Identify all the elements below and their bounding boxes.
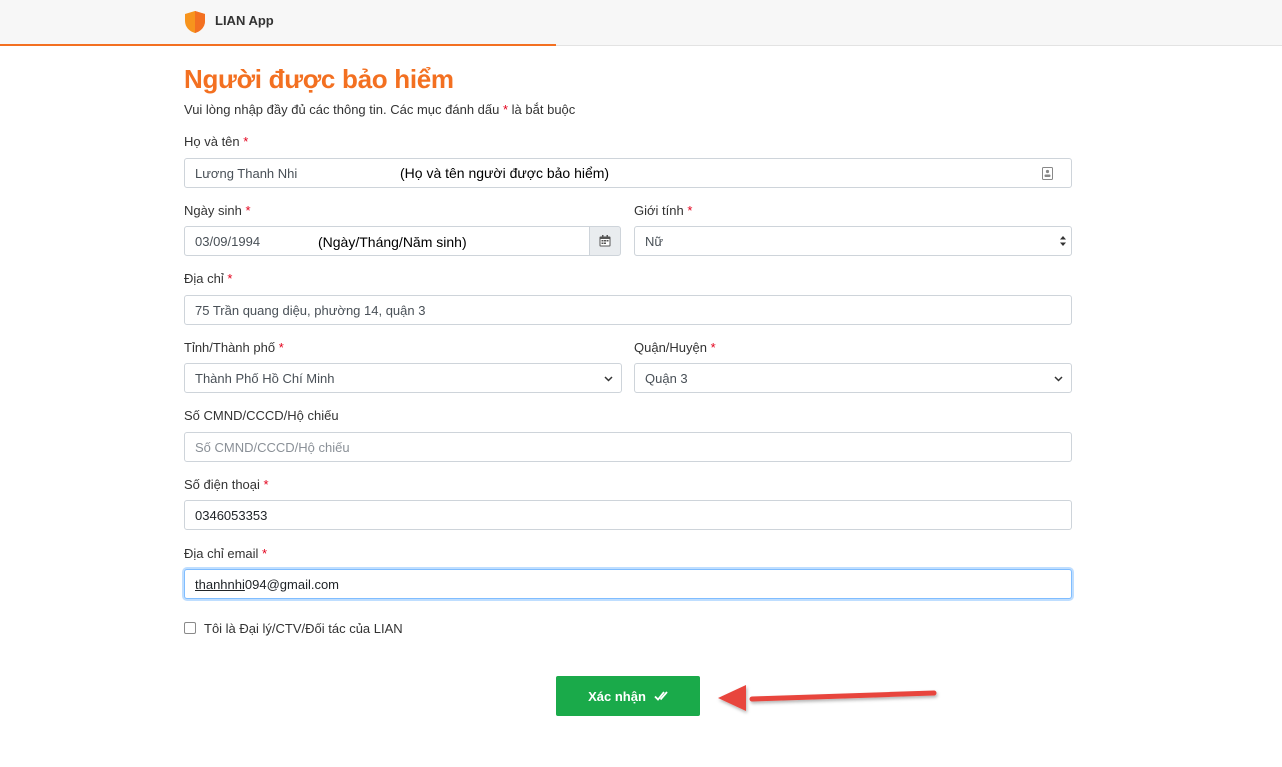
full-name-annotation: (Họ và tên người được bảo hiểm) [400, 165, 610, 181]
id-number-input[interactable]: Số CMND/CCCD/Hộ chiếu [184, 432, 1072, 462]
red-arrow-annotation [718, 685, 937, 711]
gender-select[interactable]: Nữ [634, 226, 1072, 256]
dob-annotation: (Ngày/Tháng/Năm sinh) [318, 234, 467, 250]
email-input[interactable]: thanhnhi 094@gmail.com [184, 569, 1072, 599]
agent-checkbox[interactable] [184, 622, 196, 634]
form-instructions: Vui lòng nhập đầy đủ các thông tin. Các … [184, 102, 576, 117]
dob-label: Ngày sinh * [184, 203, 251, 218]
province-select[interactable]: Thành Phố Hồ Chí Minh [184, 363, 622, 393]
app-header: LIAN App [0, 0, 1282, 46]
email-label: Địa chỉ email * [184, 546, 268, 561]
page-title: Người được bảo hiểm [184, 64, 454, 94]
double-check-icon [654, 691, 668, 701]
phone-input[interactable]: 0346053353 [184, 500, 1072, 530]
submit-button-label: Xác nhận [588, 688, 646, 704]
chevron-down-icon [1054, 376, 1063, 382]
phone-label: Số điện thoại * [184, 477, 269, 492]
shield-logo-icon [185, 11, 205, 33]
full-name-label: Họ và tên * [184, 134, 249, 149]
id-number-label: Số CMND/CCCD/Hộ chiếu [184, 408, 339, 423]
address-input[interactable]: 75 Trần quang diệu, phường 14, quận 3 [184, 295, 1072, 325]
gender-label: Giới tính * [634, 203, 693, 218]
chevron-down-icon [604, 376, 613, 382]
province-label: Tỉnh/Thành phố * [184, 340, 284, 355]
select-spinner-icon [1060, 236, 1066, 246]
district-label: Quận/Huyện * [634, 340, 716, 355]
submit-button[interactable]: Xác nhận [556, 676, 700, 716]
full-name-input[interactable]: Lương Thanh Nhi [184, 158, 1072, 188]
address-label: Địa chỉ * [184, 271, 233, 286]
agent-checkbox-label[interactable]: Tôi là Đại lý/CTV/Đối tác của LIAN [204, 621, 403, 636]
calendar-button[interactable] [589, 226, 621, 256]
district-select[interactable]: Quận 3 [634, 363, 1072, 393]
calendar-icon [599, 235, 611, 247]
app-title: LIAN App [215, 13, 274, 28]
contact-card-icon [1042, 167, 1053, 180]
header-progress-accent [0, 44, 556, 46]
